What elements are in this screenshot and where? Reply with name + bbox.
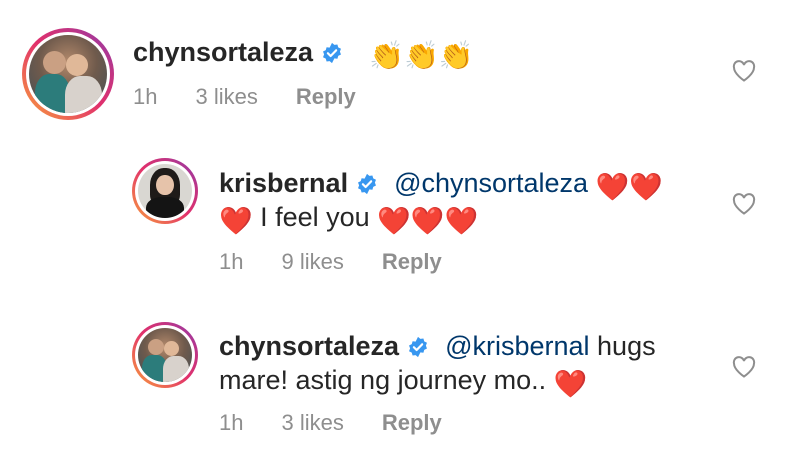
heart-outline-icon[interactable]	[732, 60, 756, 82]
comment-line: ❤️ I feel you ❤️❤️❤️	[219, 201, 478, 237]
clapping-hands-emoji: 👏👏👏	[369, 40, 474, 71]
heart-outline-icon[interactable]	[732, 193, 756, 215]
likes-count[interactable]: 3 likes	[281, 410, 343, 435]
verified-badge-icon	[409, 336, 428, 358]
avatar[interactable]	[132, 322, 198, 388]
red-heart-emoji: ❤️	[553, 369, 588, 399]
username-link[interactable]: krisbernal	[219, 168, 348, 198]
reply-button[interactable]: Reply	[296, 84, 356, 109]
comment-line: mare! astig ng journey mo.. ❤️	[219, 364, 587, 400]
avatar[interactable]	[132, 158, 198, 224]
username-link[interactable]: chynsortaleza	[219, 331, 399, 361]
mention-link[interactable]: @chynsortaleza	[394, 168, 588, 198]
comment-meta: 1h 9 likes Reply	[219, 249, 480, 275]
red-heart-emoji: ❤️❤️❤️	[377, 206, 479, 236]
comment-text: I feel you	[252, 202, 378, 232]
comment-meta: 1h 3 likes Reply	[133, 84, 394, 110]
mention-link[interactable]: @krisbernal	[445, 331, 589, 361]
comment-meta: 1h 3 likes Reply	[219, 410, 480, 436]
reply-button[interactable]: Reply	[382, 249, 442, 274]
timestamp: 1h	[133, 84, 158, 109]
comment-line: chynsortaleza 👏👏👏	[133, 36, 474, 72]
username-link[interactable]: chynsortaleza	[133, 37, 313, 67]
comment-text: mare! astig ng journey mo..	[219, 365, 554, 395]
timestamp: 1h	[219, 410, 244, 435]
verified-badge-icon	[323, 42, 342, 64]
timestamp: 1h	[219, 249, 244, 274]
red-heart-emoji: ❤️❤️	[595, 172, 663, 202]
red-heart-emoji: ❤️	[219, 206, 253, 236]
verified-badge-icon	[358, 173, 377, 195]
comment-line: chynsortaleza @krisbernal hugs	[219, 330, 656, 362]
comment-line: krisbernal @chynsortaleza ❤️❤️	[219, 167, 663, 203]
reply-button[interactable]: Reply	[382, 410, 442, 435]
comment-text: hugs	[589, 331, 656, 361]
avatar[interactable]	[22, 28, 114, 120]
likes-count[interactable]: 9 likes	[281, 249, 343, 274]
likes-count[interactable]: 3 likes	[195, 84, 257, 109]
heart-outline-icon[interactable]	[732, 356, 756, 378]
